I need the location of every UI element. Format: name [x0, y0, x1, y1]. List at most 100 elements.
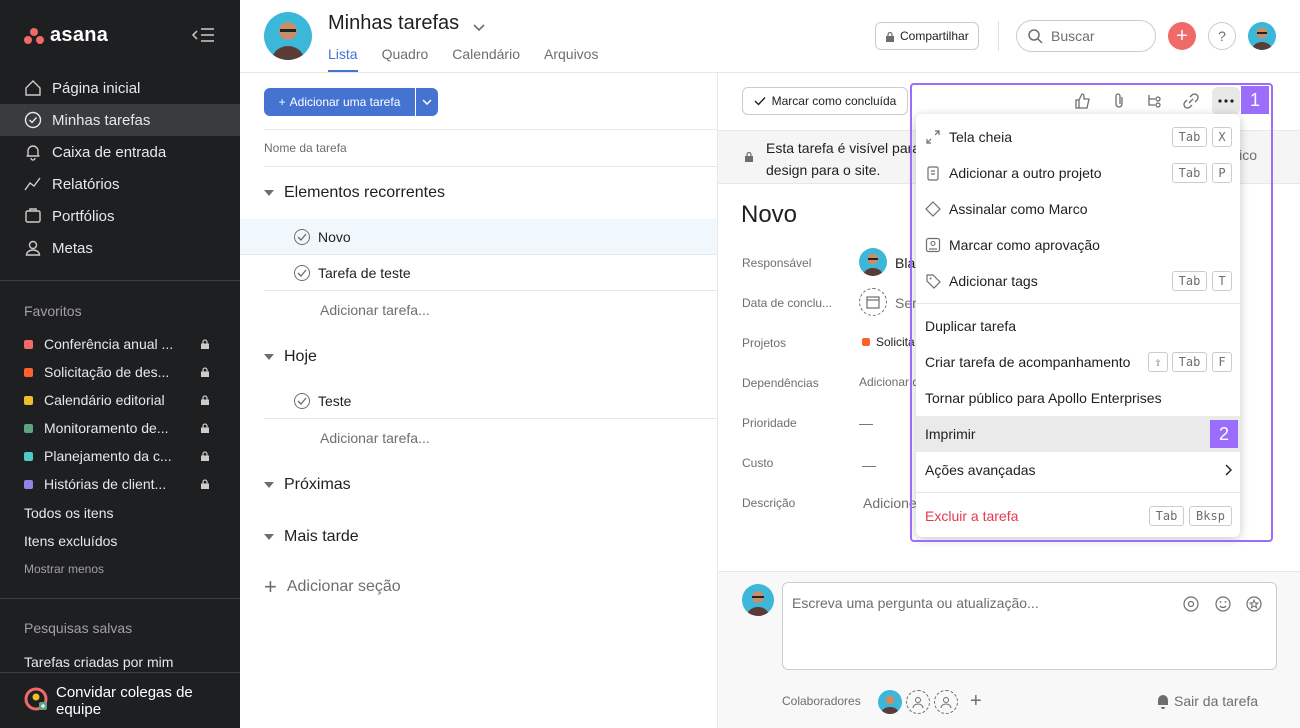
shortcut-key: F	[1212, 352, 1232, 372]
add-task-button[interactable]: + Adicionar uma tarefa	[264, 88, 415, 116]
plus-icon: +	[264, 574, 277, 599]
complete-check-icon[interactable]	[294, 264, 310, 281]
all-items-link[interactable]: Todos os itens	[24, 505, 114, 521]
show-less-link[interactable]: Mostrar menos	[24, 562, 104, 576]
sidebar-item-reports[interactable]: Relatórios	[0, 168, 240, 200]
cost-value[interactable]: —	[862, 457, 876, 473]
plus-icon: +	[278, 95, 286, 109]
section-header[interactable]: Hoje	[264, 339, 317, 375]
assignee-avatar[interactable]	[859, 248, 887, 276]
sidebar-item-label: Portfólios	[52, 207, 115, 225]
tab-calendar[interactable]: Calendário	[452, 46, 520, 72]
add-collaborator-icon[interactable]	[906, 690, 930, 714]
favorite-item[interactable]: Conferência anual ...	[0, 330, 240, 358]
sidebar-item-inbox[interactable]: Caixa de entrada	[0, 136, 240, 168]
tab-list[interactable]: Lista	[328, 46, 358, 72]
commenter-avatar	[742, 584, 774, 616]
saved-search-item[interactable]: Tarefas criadas por mim	[24, 654, 173, 670]
subtask-icon[interactable]	[1146, 92, 1164, 110]
menu-item-milestone[interactable]: Assinalar como Marco	[916, 191, 1240, 227]
lock-icon	[201, 367, 209, 377]
favorite-item[interactable]: Planejamento da c...	[0, 442, 240, 470]
star-icon[interactable]	[1245, 595, 1263, 613]
comment-input[interactable]: Escreva uma pergunta ou atualização...	[782, 582, 1277, 670]
mark-complete-button[interactable]: Marcar como concluída	[742, 87, 908, 115]
search-input[interactable]: Buscar	[1016, 20, 1156, 52]
section-name: Próximas	[284, 476, 351, 493]
sidebar-item-label: Página inicial	[52, 79, 141, 97]
table-row[interactable]: Novo	[240, 219, 717, 255]
sidebar-item-home[interactable]: Página inicial	[0, 72, 240, 104]
sidebar-item-my-tasks[interactable]: Minhas tarefas	[0, 104, 240, 136]
triangle-down-icon[interactable]	[264, 534, 274, 540]
menu-item-print[interactable]: Imprimir	[916, 416, 1240, 452]
favorite-item[interactable]: Solicitação de des...	[0, 358, 240, 386]
collaborator-avatar[interactable]	[878, 690, 902, 714]
triangle-down-icon[interactable]	[264, 482, 274, 488]
task-name: Tarefa de teste	[318, 264, 411, 281]
share-label: Compartilhar	[900, 29, 969, 43]
menu-item-make-public[interactable]: Tornar público para Apollo Enterprises	[916, 380, 1240, 416]
plus-icon[interactable]: +	[970, 690, 982, 713]
sidebar-item-label: Caixa de entrada	[52, 143, 167, 161]
chevron-down-icon[interactable]	[472, 20, 486, 36]
add-collaborator-icon[interactable]	[934, 690, 958, 714]
sidebar-item-goals[interactable]: Metas	[0, 232, 240, 264]
field-label: Projetos	[742, 336, 787, 350]
user-avatar[interactable]	[1248, 22, 1276, 50]
favorite-item[interactable]: Histórias de client...	[0, 470, 240, 498]
sidebar-item-portfolios[interactable]: Portfólios	[0, 200, 240, 232]
menu-item-delete-task[interactable]: Excluir a tarefa Tab Bksp	[916, 498, 1240, 534]
mention-icon[interactable]	[1182, 595, 1200, 613]
dependencies-value[interactable]: Adicionar d	[859, 375, 919, 389]
leave-task-button[interactable]: Sair da tarefa	[1156, 693, 1258, 709]
section-header[interactable]: Próximas	[264, 467, 351, 503]
menu-item-approval[interactable]: Marcar como aprovação	[916, 227, 1240, 263]
table-row[interactable]: Tarefa de teste	[264, 255, 717, 291]
menu-item-label: Marcar como aprovação	[949, 237, 1100, 253]
tab-files[interactable]: Arquivos	[544, 46, 598, 72]
help-button[interactable]: ?	[1208, 22, 1236, 50]
section-header[interactable]: Elementos recorrentes	[264, 175, 445, 211]
deleted-items-link[interactable]: Itens excluídos	[24, 533, 117, 549]
add-task-inline[interactable]: Adicionar tarefa...	[320, 302, 430, 318]
menu-item-advanced-actions[interactable]: Ações avançadas	[916, 452, 1240, 488]
like-icon[interactable]	[1074, 92, 1092, 110]
description-value[interactable]: Adicione	[863, 495, 917, 511]
add-task-dropdown[interactable]	[416, 88, 438, 116]
page-avatar[interactable]	[264, 12, 312, 60]
menu-item-add-to-project[interactable]: Adicionar a outro projeto Tab P	[916, 155, 1240, 191]
share-button[interactable]: Compartilhar	[875, 22, 979, 50]
menu-item-add-tags[interactable]: Adicionar tags Tab T	[916, 263, 1240, 299]
emoji-icon[interactable]	[1214, 595, 1232, 613]
link-icon[interactable]	[1182, 92, 1200, 110]
calendar-icon[interactable]	[859, 288, 887, 316]
table-row[interactable]: Teste	[264, 383, 717, 419]
menu-item-label: Adicionar a outro projeto	[949, 165, 1102, 181]
shortcut-key: X	[1212, 127, 1232, 147]
menu-item-fullscreen[interactable]: Tela cheia Tab X	[916, 119, 1240, 155]
complete-check-icon[interactable]	[294, 228, 310, 245]
asana-logo[interactable]: asana	[24, 24, 108, 47]
more-actions-button[interactable]	[1212, 87, 1240, 115]
attachment-icon[interactable]	[1110, 92, 1128, 110]
add-task-inline[interactable]: Adicionar tarefa...	[320, 430, 430, 446]
invite-button[interactable]: Convidar colegas de equipe	[0, 672, 240, 728]
project-value[interactable]: Solicita	[876, 335, 915, 349]
priority-value[interactable]: —	[859, 415, 873, 431]
collapse-sidebar-icon[interactable]	[190, 26, 216, 44]
tab-board[interactable]: Quadro	[382, 46, 429, 72]
favorite-item[interactable]: Calendário editorial	[0, 386, 240, 414]
complete-check-icon[interactable]	[294, 392, 310, 409]
triangle-down-icon[interactable]	[264, 190, 274, 196]
add-section-button[interactable]: + Adicionar seção	[264, 574, 401, 599]
task-title[interactable]: Novo	[741, 201, 797, 229]
annotation-badge: 2	[1210, 420, 1238, 448]
quick-add-button[interactable]: +	[1168, 22, 1196, 50]
view-tabs: Lista Quadro Calendário Arquivos	[328, 46, 598, 72]
section-header[interactable]: Mais tarde	[264, 519, 359, 555]
favorite-item[interactable]: Monitoramento de...	[0, 414, 240, 442]
triangle-down-icon[interactable]	[264, 354, 274, 360]
menu-item-duplicate[interactable]: Duplicar tarefa	[916, 308, 1240, 344]
menu-item-follow-up[interactable]: Criar tarefa de acompanhamento ⇧ Tab F	[916, 344, 1240, 380]
